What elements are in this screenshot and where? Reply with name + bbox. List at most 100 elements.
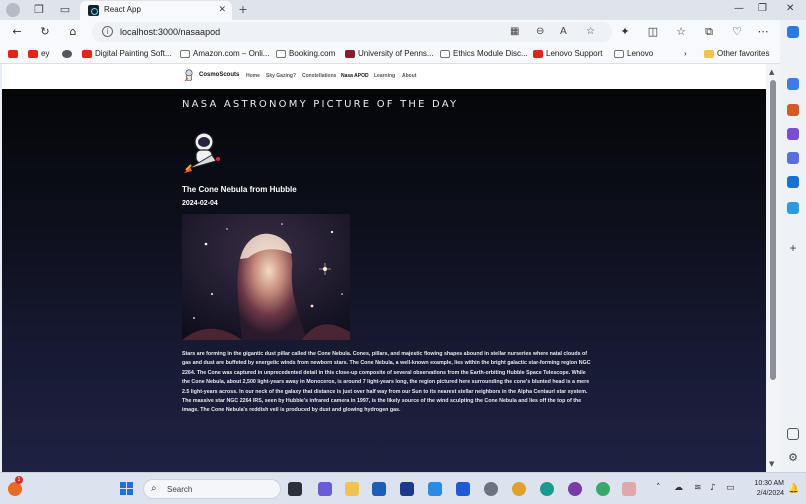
nav-nasa-apod[interactable]: Nasa APOD (341, 73, 369, 79)
close-window-icon[interactable]: ✕ (786, 3, 794, 14)
site-info-icon[interactable]: i (102, 26, 113, 37)
bookmark-booking[interactable]: Booking.com (276, 48, 335, 60)
page-viewport: CosmoScouts Home Sky Gazing? Constellati… (2, 64, 766, 472)
cloud-icon[interactable]: ☁ (674, 483, 683, 493)
page-scrollbar[interactable]: ▲ ▼ (766, 64, 780, 472)
wifi-icon[interactable]: ≋ (694, 483, 702, 493)
more-menu-icon[interactable]: ⋯ (756, 25, 770, 39)
file-explorer-icon[interactable] (345, 482, 359, 496)
discover-icon[interactable] (787, 78, 799, 90)
home-icon[interactable]: ⌂ (66, 25, 80, 39)
search-sidebar-icon[interactable] (787, 26, 799, 38)
browser-tab-strip: ❐ ▭ React App ✕ + — ❐ ✕ (0, 0, 806, 20)
tab-title: React App (104, 5, 141, 14)
back-icon[interactable]: ← (10, 25, 24, 39)
weather-widget-icon[interactable] (8, 482, 22, 496)
clock-date: 2/4/2024 (756, 490, 784, 497)
hide-sidebar-icon[interactable] (787, 428, 799, 440)
chrome-icon[interactable] (512, 482, 526, 496)
browser-toolbar: ← ↻ ⌂ i localhost:3000/nasaapod ▦ ⊖ A ☆ … (0, 20, 806, 44)
bookmark-lenovo[interactable]: Lenovo (614, 48, 653, 60)
app-available-icon[interactable]: ▦ (510, 26, 519, 37)
astronaut-logo-icon[interactable] (182, 69, 196, 83)
extensions-icon[interactable]: ✦ (618, 25, 632, 39)
react-favicon-icon (88, 5, 99, 16)
bookmark-ethics-module[interactable]: Ethics Module Disc... (440, 48, 528, 60)
telegram-icon[interactable] (787, 202, 799, 214)
weather-badge: 1 (15, 476, 23, 484)
start-button-icon[interactable] (120, 482, 134, 496)
settings-gear-icon[interactable]: ⚙ (787, 452, 799, 464)
astronaut-rocket-illustration (184, 132, 220, 173)
tools-icon[interactable] (787, 128, 799, 140)
shopping-icon[interactable] (787, 104, 799, 116)
url-text[interactable]: localhost:3000/nasaapod (120, 27, 220, 37)
search-placeholder: Search (167, 485, 193, 494)
address-bar[interactable]: i localhost:3000/nasaapod ▦ ⊖ A ☆ (92, 22, 612, 42)
profile-avatar[interactable] (6, 3, 20, 17)
cone-nebula-picture (182, 214, 350, 340)
apod-title: The Cone Nebula from Hubble (182, 185, 297, 194)
outlook-icon[interactable] (787, 176, 799, 188)
vscode-icon[interactable] (428, 482, 442, 496)
bookmark-ey[interactable]: ey (28, 48, 49, 60)
read-aloud-icon[interactable]: A (560, 26, 567, 37)
browser-tab[interactable]: React App ✕ (80, 1, 232, 20)
add-sidebar-app-icon[interactable]: + (787, 242, 799, 254)
github-desktop-icon[interactable] (568, 482, 582, 496)
new-tab-icon[interactable]: + (236, 3, 250, 17)
site-navbar: CosmoScouts Home Sky Gazing? Constellati… (2, 64, 766, 89)
system-clock[interactable]: 10:30 AM 2/4/2024 (744, 479, 784, 499)
zoom-icon[interactable]: ⊖ (536, 26, 544, 37)
bookmark-digital-painting[interactable]: Digital Painting Soft... (82, 48, 171, 60)
close-tab-icon[interactable]: ✕ (218, 4, 226, 15)
favorite-star-icon[interactable]: ☆ (586, 26, 595, 37)
chat-app-icon[interactable] (318, 482, 332, 496)
bookmarks-overflow-icon[interactable]: › (684, 48, 687, 60)
bookmarks-bar: ey Digital Painting Soft... Amazon.com –… (0, 44, 806, 64)
notification-bell-icon[interactable]: 🔔 (788, 483, 799, 494)
volume-icon[interactable]: ♪ (710, 483, 716, 493)
taskbar-search[interactable]: ⌕ Search (143, 479, 281, 499)
minimize-icon[interactable]: — (734, 3, 744, 14)
refresh-icon[interactable]: ↻ (38, 25, 52, 39)
windows-taskbar: 1 ⌕ Search ˄ ☁ ≋ ♪ ▭ 10:30 AM 2/4/2024 🔔 (0, 472, 806, 504)
apod-section: NASA ASTRONOMY PICTURE OF THE DAY The Co… (2, 89, 766, 472)
chrome-profile-icon[interactable] (596, 482, 610, 496)
page-title: NASA ASTRONOMY PICTURE OF THE DAY (182, 99, 459, 110)
store-icon[interactable] (372, 482, 386, 496)
lenovo-vantage-icon[interactable] (400, 482, 414, 496)
bookmark-lenovo-support[interactable]: Lenovo Support (533, 48, 603, 60)
scroll-up-icon[interactable]: ▲ (769, 68, 774, 76)
nav-sky-gazing[interactable]: Sky Gazing? (266, 73, 296, 79)
nav-about[interactable]: About (402, 73, 416, 79)
nav-constellations[interactable]: Constellations (302, 73, 336, 79)
apod-image[interactable] (182, 214, 350, 340)
restore-icon[interactable]: ❐ (758, 3, 767, 14)
split-screen-icon[interactable]: ◫ (646, 25, 660, 39)
battery-icon[interactable]: ▭ (726, 483, 735, 493)
bookmark-other-favorites[interactable]: Other favorites (704, 48, 769, 60)
office-icon[interactable] (787, 152, 799, 164)
nav-learning[interactable]: Learning (374, 73, 395, 79)
collections-icon[interactable]: ⧉ (702, 25, 716, 39)
snipping-tool-icon[interactable] (622, 482, 636, 496)
nav-home[interactable]: Home (246, 73, 260, 79)
task-view-icon[interactable] (288, 482, 302, 496)
bookmark-upenn[interactable]: University of Penns... (345, 48, 434, 60)
openai-bookmark-icon[interactable] (62, 48, 75, 60)
workspaces-icon[interactable]: ❐ (32, 3, 46, 17)
bookmark-amazon[interactable]: Amazon.com – Onli... (180, 48, 269, 60)
scroll-down-icon[interactable]: ▼ (769, 460, 774, 468)
youtube-bookmark-icon[interactable] (8, 48, 21, 60)
favorites-icon[interactable]: ☆ (674, 25, 688, 39)
tray-overflow-icon[interactable]: ˄ (656, 483, 661, 493)
edge-icon[interactable] (540, 482, 554, 496)
search-icon: ⌕ (151, 483, 157, 494)
scroll-thumb[interactable] (770, 80, 776, 380)
tab-actions-icon[interactable]: ▭ (58, 3, 72, 17)
browser-essentials-icon[interactable]: ♡ (730, 25, 744, 39)
dropbox-icon[interactable] (456, 482, 470, 496)
settings-app-icon[interactable] (484, 482, 498, 496)
site-brand[interactable]: CosmoScouts (199, 72, 239, 78)
